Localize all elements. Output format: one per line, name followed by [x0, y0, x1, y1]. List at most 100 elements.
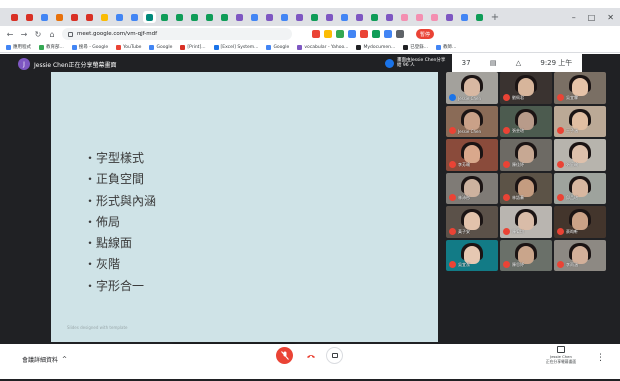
- browser-tab[interactable]: [293, 11, 306, 23]
- browser-tab[interactable]: [473, 11, 486, 23]
- browser-tab[interactable]: [203, 11, 216, 23]
- browser-tab[interactable]: [443, 11, 456, 23]
- participant-tile[interactable]: 李雨涵: [554, 239, 606, 271]
- address-bar[interactable]: meet.google.com/vm-qjf-mdf: [62, 28, 292, 40]
- participant-tile[interactable]: 王子涵: [554, 105, 606, 137]
- browser-tab[interactable]: [68, 11, 81, 23]
- bookmark-item[interactable]: 搜尋 - Google: [71, 44, 108, 50]
- muted-mic-icon: [557, 194, 564, 201]
- bookmark-item[interactable]: 教育部...: [39, 44, 64, 50]
- browser-tab[interactable]: [338, 11, 351, 23]
- browser-tab[interactable]: [233, 11, 246, 23]
- mic-off-button[interactable]: [276, 347, 293, 364]
- forward-icon[interactable]: →: [20, 30, 28, 39]
- extension-icon[interactable]: [312, 30, 320, 38]
- participant-tile[interactable]: Jessie Chen: [446, 105, 498, 137]
- bookmark-item[interactable]: 應用程式: [6, 44, 31, 50]
- browser-tab[interactable]: [263, 11, 276, 23]
- bookmark-item[interactable]: Mydocumen...: [356, 44, 395, 50]
- browser-tab[interactable]: [143, 11, 156, 23]
- browser-tab[interactable]: [113, 11, 126, 23]
- camera-button[interactable]: [326, 347, 343, 364]
- slide-bullet: ・灰階: [84, 257, 121, 272]
- bookmark-item[interactable]: [Print]...: [180, 44, 206, 50]
- bookmark-item[interactable]: YouTube: [116, 44, 141, 50]
- participant-tile[interactable]: 黃子安: [446, 206, 498, 238]
- browser-tab[interactable]: [218, 11, 231, 23]
- new-tab-button[interactable]: +: [488, 12, 502, 23]
- extension-icon[interactable]: [372, 30, 380, 38]
- browser-tab[interactable]: [413, 11, 426, 23]
- participant-face: [464, 178, 480, 197]
- browser-tab[interactable]: [428, 11, 441, 23]
- bookmark-item[interactable]: 教師...: [436, 44, 456, 50]
- participant-tile[interactable]: 林沛彤: [446, 172, 498, 204]
- participant-name: 陳思妤: [512, 262, 524, 267]
- reload-icon[interactable]: ↻: [34, 30, 42, 39]
- presenter-dot-icon: [385, 58, 394, 68]
- browser-tab[interactable]: [158, 11, 171, 23]
- tab-favicon-icon: [161, 13, 168, 21]
- participant-tile[interactable]: 吳宜潔: [446, 239, 498, 271]
- bookmark-item[interactable]: 已登錄...: [403, 44, 428, 50]
- participant-tile[interactable]: 陳思妤: [500, 239, 552, 271]
- bookmark-item[interactable]: vocabular - Yahoo...: [297, 44, 348, 50]
- bookmark-item[interactable]: Google: [149, 44, 172, 50]
- browser-tab[interactable]: [8, 11, 21, 23]
- extension-icon[interactable]: [336, 30, 344, 38]
- participant-tile[interactable]: 陳宥均: [500, 206, 552, 238]
- participant-face: [518, 78, 534, 96]
- more-options-icon[interactable]: ⋮: [596, 353, 605, 363]
- participant-tile[interactable]: Jessie Chen: [446, 72, 498, 104]
- browser-tab[interactable]: [188, 11, 201, 23]
- participant-tile[interactable]: 劉佩君: [500, 72, 552, 104]
- participant-tile[interactable]: 李芳瑜: [446, 139, 498, 171]
- browser-tab[interactable]: [98, 11, 111, 23]
- participant-tile[interactable]: 林語蓁: [500, 172, 552, 204]
- browser-tab[interactable]: [398, 11, 411, 23]
- extension-icon[interactable]: [384, 30, 392, 38]
- activities-icon[interactable]: △: [516, 59, 521, 67]
- browser-tab[interactable]: [308, 11, 321, 23]
- browser-tab[interactable]: [458, 11, 471, 23]
- browser-tab[interactable]: [83, 11, 96, 23]
- chat-icon[interactable]: ▤: [490, 59, 497, 67]
- participant-tile[interactable]: 邱品瑄: [554, 172, 606, 204]
- close-icon[interactable]: ✕: [607, 13, 614, 22]
- shared-slide: ・字型樣式 ・正負空間 ・形式與內涵 ・佈局 ・點線面 ・灰階 ・字形合一 Slides d…: [51, 72, 438, 355]
- browser-tab[interactable]: [323, 11, 336, 23]
- extension-icon[interactable]: [360, 30, 368, 38]
- bookmark-item[interactable]: Google: [266, 44, 289, 50]
- participant-tile[interactable]: 張芸瑄: [500, 105, 552, 137]
- browser-tab[interactable]: [368, 11, 381, 23]
- tab-favicon-icon: [206, 13, 213, 21]
- browser-tab[interactable]: [38, 11, 51, 23]
- home-icon[interactable]: ⌂: [48, 30, 56, 39]
- participant-tile[interactable]: 吳宜霖: [554, 72, 606, 104]
- browser-tab[interactable]: [383, 11, 396, 23]
- browser-tab[interactable]: [248, 11, 261, 23]
- maximize-icon[interactable]: □: [588, 13, 596, 22]
- profile-chip[interactable]: 暫停: [416, 29, 435, 39]
- participant-tile[interactable]: 蔡昀軒: [554, 206, 606, 238]
- extension-icon[interactable]: [324, 30, 332, 38]
- participant-face: [572, 245, 588, 264]
- browser-tab[interactable]: [278, 11, 291, 23]
- participant-tile[interactable]: 陳佳妤: [500, 139, 552, 171]
- browser-tab[interactable]: [53, 11, 66, 23]
- participant-tile[interactable]: 張庭瑜: [554, 139, 606, 171]
- browser-tab[interactable]: [173, 11, 186, 23]
- minimize-icon[interactable]: –: [572, 13, 576, 22]
- bookmark-item[interactable]: [Excel] System...: [213, 44, 258, 50]
- extension-icon[interactable]: [348, 30, 356, 38]
- present-button[interactable]: Jessie Chen 正在分享螢幕畫面: [536, 346, 586, 364]
- meeting-details-button[interactable]: 會議詳細資料 ^: [22, 355, 67, 364]
- extension-icon[interactable]: [396, 30, 404, 38]
- browser-tab[interactable]: [353, 11, 366, 23]
- browser-tab[interactable]: [23, 11, 36, 23]
- back-icon[interactable]: ←: [6, 30, 14, 39]
- tab-favicon-icon: [296, 13, 303, 21]
- people-count[interactable]: 37: [462, 59, 471, 67]
- browser-tab[interactable]: [128, 11, 141, 23]
- hang-up-button[interactable]: [302, 347, 319, 364]
